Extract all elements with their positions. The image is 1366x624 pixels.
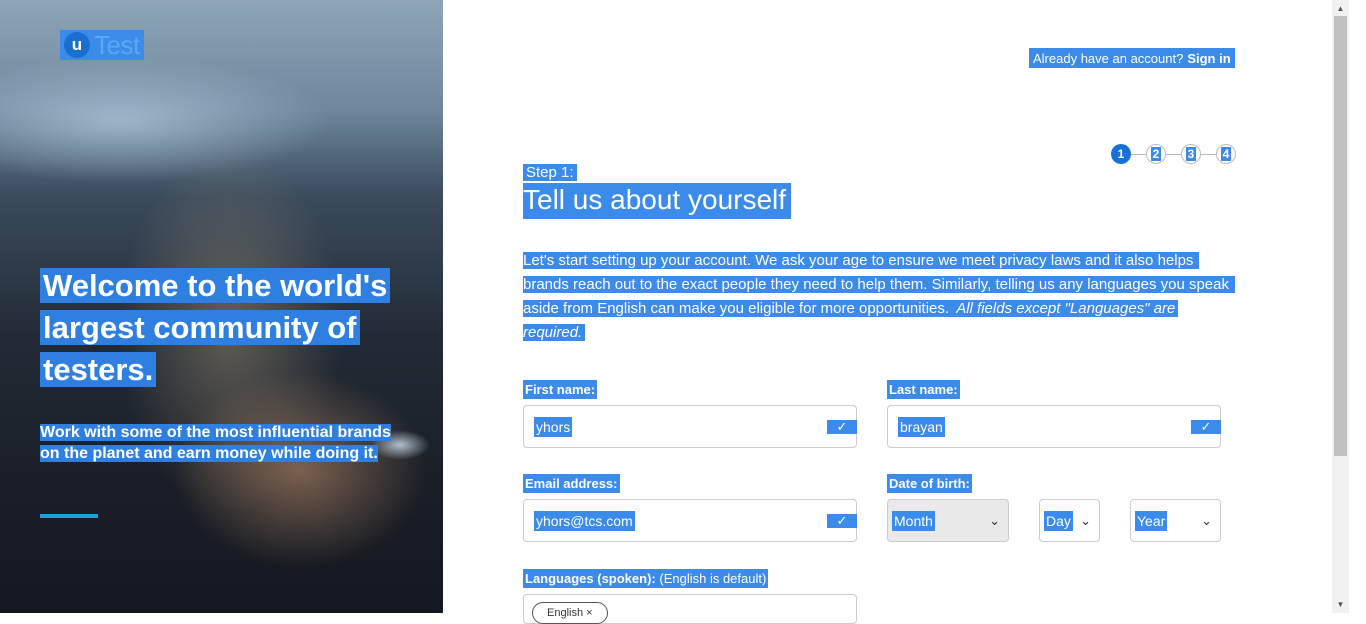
step-connector — [1131, 153, 1146, 155]
birth-year-select[interactable]: Year ⌄ — [1130, 499, 1221, 542]
signin-prompt: Already have an account? Sign in — [1029, 48, 1235, 68]
email-value: yhors@tcs.com — [534, 510, 635, 531]
dob-label: Date of birth: — [887, 474, 972, 493]
chevron-down-icon: ⌄ — [989, 512, 1000, 528]
scroll-down-icon[interactable]: ▼ — [1332, 597, 1349, 611]
chevron-down-icon: ⌄ — [1080, 512, 1091, 528]
check-icon: ✓ — [827, 419, 857, 434]
language-chip[interactable]: English × — [532, 602, 608, 624]
check-icon: ✓ — [827, 513, 857, 528]
logo-mark: u — [64, 32, 90, 58]
step-connector — [1166, 153, 1181, 155]
step-progress: 1 2 3 4 — [1111, 144, 1236, 164]
chevron-down-icon: ⌄ — [1201, 512, 1212, 528]
page-scrollbar[interactable]: ▲ ▼ — [1332, 0, 1349, 613]
check-icon: ✓ — [1191, 419, 1221, 434]
intro-text: Let's start setting up your account. We … — [523, 249, 1235, 345]
step-indicator-4: 4 — [1216, 144, 1236, 164]
account-prompt-text: Already have an account? — [1033, 50, 1184, 66]
birth-day-value: Day — [1044, 510, 1073, 531]
signin-link[interactable]: Sign in — [1187, 51, 1230, 66]
last-name-label: Last name: — [887, 380, 960, 399]
first-name-field[interactable]: yhors ✓ — [523, 405, 857, 448]
step-indicator-3: 3 — [1181, 144, 1201, 164]
birth-year-value: Year — [1135, 510, 1168, 531]
step-indicator-2: 2 — [1146, 144, 1166, 164]
first-name-value: yhors — [534, 416, 573, 437]
step-title: Tell us about yourself — [523, 183, 792, 219]
close-icon[interactable]: × — [586, 607, 592, 619]
birth-month-value: Month — [892, 510, 935, 531]
step-connector — [1201, 153, 1216, 155]
last-name-value: brayan — [898, 416, 945, 437]
first-name-label: First name: — [523, 380, 598, 399]
languages-input[interactable]: English × — [523, 594, 857, 624]
scroll-up-icon[interactable]: ▲ — [1332, 1, 1349, 15]
languages-hint: (English is default) — [659, 571, 767, 586]
birth-month-select[interactable]: Month ⌄ — [887, 499, 1009, 542]
logo-text: Test — [94, 29, 140, 60]
hero-accent-bar — [40, 514, 98, 518]
hero-title: Welcome to the world's largest community… — [40, 265, 400, 391]
language-chip-label: English — [547, 607, 584, 619]
email-label: Email address: — [523, 474, 620, 493]
step-indicator-1: 1 — [1111, 144, 1131, 164]
utest-logo[interactable]: u Test — [60, 30, 144, 60]
hero-panel: u Test Welcome to the world's largest co… — [0, 0, 443, 613]
hero-subtitle: Work with some of the most influential b… — [40, 424, 391, 462]
step-label: Step 1: — [523, 164, 577, 181]
last-name-field[interactable]: brayan ✓ — [887, 405, 1221, 448]
scroll-thumb[interactable] — [1334, 16, 1347, 456]
languages-label: Languages (spoken): (English is default) — [523, 569, 769, 588]
birth-day-select[interactable]: Day ⌄ — [1039, 499, 1100, 542]
email-field[interactable]: yhors@tcs.com ✓ — [523, 499, 857, 542]
